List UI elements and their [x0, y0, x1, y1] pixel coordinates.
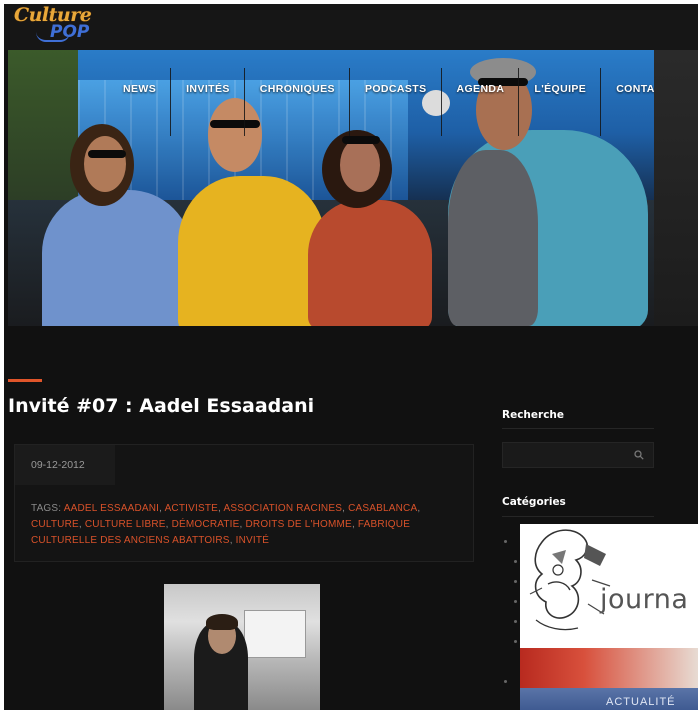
- photo-person-hair: [206, 614, 238, 630]
- article-title: Invité #07 : Aadel Essaadani: [8, 395, 315, 417]
- top-bar: Culture POP: [4, 4, 698, 50]
- sunglasses-icon: [342, 136, 380, 144]
- category-bullet: [514, 620, 517, 623]
- sunglasses-icon: [210, 120, 260, 128]
- categories-heading: Catégories: [502, 496, 566, 508]
- nav-agenda[interactable]: AGENDA: [442, 80, 519, 98]
- category-bullet: [504, 540, 507, 543]
- nav-podcasts[interactable]: PODCASTS: [350, 80, 441, 98]
- hero-right-edge: [654, 50, 698, 326]
- search-input[interactable]: [502, 442, 654, 468]
- nav-divider: [518, 68, 520, 136]
- category-bullet: [504, 680, 507, 683]
- nav-divider: [170, 68, 172, 136]
- nav-divider: [600, 68, 602, 136]
- article-meta-box: 09-12-2012 TAGS: AADEL ESSAADANI, ACTIVI…: [14, 444, 474, 562]
- nav-news[interactable]: NEWS: [108, 80, 170, 98]
- nav-divider: [440, 68, 442, 136]
- title-accent-bar: [8, 379, 42, 382]
- tag-link[interactable]: DÉMOCRATIE: [172, 519, 240, 530]
- nav-equipe[interactable]: L'ÉQUIPE: [519, 80, 600, 98]
- date-strip: 09-12-2012: [15, 445, 115, 485]
- tag-link[interactable]: DROITS DE L'HOMME: [246, 519, 352, 530]
- tag-link[interactable]: ASSOCIATION RACINES: [223, 503, 342, 514]
- tag-link[interactable]: CULTURE: [31, 519, 79, 530]
- person-blue-shirt: [42, 190, 192, 326]
- nav-invites[interactable]: INVITÉS: [171, 80, 244, 98]
- newspaper-thumbnail[interactable]: journa ACTUALITÉ: [520, 524, 698, 710]
- person-face: [208, 98, 262, 172]
- tag-link[interactable]: ACTIVISTE: [165, 503, 218, 514]
- person-red-top: [308, 200, 432, 326]
- search-heading: Recherche: [502, 409, 565, 421]
- nav-divider: [243, 68, 245, 136]
- tag-link[interactable]: CULTURE LIBRE: [85, 519, 166, 530]
- tags-label: TAGS:: [31, 503, 62, 514]
- section-label: ACTUALITÉ: [606, 696, 676, 708]
- tag-link[interactable]: CASABLANCA: [348, 503, 417, 514]
- sketch-illustration-icon: [529, 529, 611, 631]
- masthead-red-band: [520, 648, 698, 688]
- category-bullet: [514, 600, 517, 603]
- hero-banner: NEWS INVITÉS CHRONIQUES PODCASTS AGENDA …: [8, 50, 654, 326]
- sidebar-divider: [502, 428, 654, 429]
- person-yellow-shirt: [178, 176, 326, 326]
- nav-divider: [348, 68, 350, 136]
- article-photo: [164, 584, 320, 710]
- sunglasses-icon: [88, 150, 126, 158]
- sidebar-divider: [502, 516, 654, 517]
- search-icon[interactable]: [634, 450, 644, 460]
- article-date: 09-12-2012: [31, 459, 85, 471]
- tag-link[interactable]: INVITÉ: [236, 535, 269, 546]
- logo-text-pop: POP: [50, 22, 90, 42]
- projection-screen: [244, 610, 306, 658]
- nav-contact[interactable]: CONTACT: [601, 80, 654, 98]
- nav-chroniques[interactable]: CHRONIQUES: [245, 80, 349, 98]
- category-bullet: [514, 640, 517, 643]
- tag-link[interactable]: AADEL ESSAADANI: [64, 503, 159, 514]
- site-logo[interactable]: Culture POP: [10, 4, 110, 48]
- person-face: [340, 138, 380, 192]
- page: Culture POP NEWS INVITÉS CHRONIQUES PODC…: [4, 4, 698, 710]
- tag-list: TAGS: AADEL ESSAADANI, ACTIVISTE, ASSOCI…: [31, 503, 421, 546]
- newspaper-masthead: journa: [600, 584, 689, 615]
- main-nav: NEWS INVITÉS CHRONIQUES PODCASTS AGENDA …: [108, 68, 654, 136]
- person-face: [84, 136, 126, 192]
- person-graphic-tee: [448, 150, 538, 326]
- category-bullet: [514, 580, 517, 583]
- category-bullet: [514, 560, 517, 563]
